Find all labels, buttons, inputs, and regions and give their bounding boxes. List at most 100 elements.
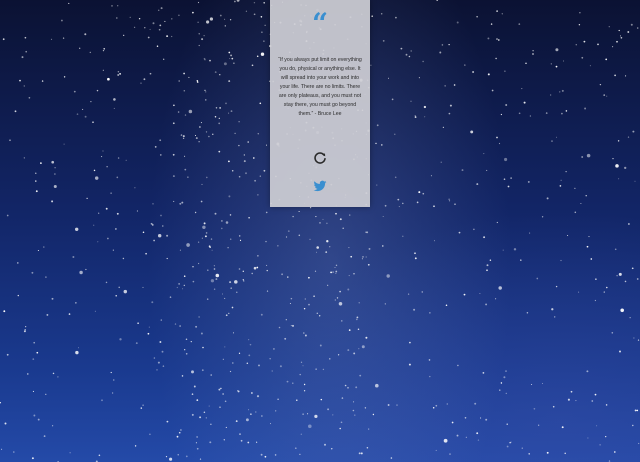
star <box>281 273 283 276</box>
star <box>218 117 220 120</box>
star <box>206 298 209 300</box>
star <box>227 246 229 249</box>
star <box>612 157 614 160</box>
star <box>290 297 293 300</box>
star <box>9 139 11 142</box>
star <box>231 362 234 364</box>
star <box>214 71 217 73</box>
star <box>138 17 141 20</box>
star <box>407 293 410 295</box>
star <box>435 449 437 451</box>
quote-text: “If you always put limit on everything y… <box>278 57 362 117</box>
star <box>314 270 317 272</box>
star <box>25 326 27 328</box>
star <box>421 291 423 293</box>
star <box>486 269 488 272</box>
star <box>618 272 622 276</box>
star <box>142 231 145 234</box>
star <box>236 291 238 293</box>
star <box>28 96 31 99</box>
tweet-quote-button[interactable] <box>313 179 327 193</box>
new-quote-button[interactable] <box>312 150 328 166</box>
star <box>309 238 311 241</box>
star <box>397 198 400 201</box>
star <box>201 183 203 185</box>
star <box>384 204 387 207</box>
star <box>380 12 383 15</box>
star <box>561 112 563 115</box>
star <box>499 389 501 391</box>
star <box>212 133 214 135</box>
star <box>606 95 608 97</box>
star <box>300 433 302 435</box>
star <box>182 288 184 290</box>
star <box>210 423 212 425</box>
star <box>327 284 329 286</box>
star <box>322 368 325 371</box>
star <box>634 409 637 412</box>
star <box>4 422 7 425</box>
star <box>179 325 181 327</box>
star <box>634 180 636 182</box>
star <box>320 398 323 401</box>
star <box>63 76 66 78</box>
star <box>614 248 617 251</box>
star <box>151 301 154 304</box>
star <box>636 27 639 29</box>
star <box>43 246 45 248</box>
star <box>225 102 227 105</box>
star <box>196 81 199 83</box>
star <box>245 172 247 175</box>
star <box>479 293 481 294</box>
star <box>205 99 207 101</box>
star <box>157 361 160 364</box>
star <box>433 205 435 208</box>
star <box>422 192 425 195</box>
star <box>326 222 328 225</box>
star <box>365 336 368 339</box>
star <box>546 197 549 200</box>
star <box>147 332 150 335</box>
star <box>332 271 335 274</box>
star <box>45 393 47 395</box>
star <box>243 280 245 282</box>
star <box>574 211 577 214</box>
star <box>231 306 234 309</box>
star <box>529 115 532 117</box>
star <box>119 338 122 341</box>
star <box>541 216 544 218</box>
star <box>148 326 150 328</box>
star <box>533 407 536 410</box>
star <box>185 338 188 341</box>
star <box>185 455 188 458</box>
star <box>518 23 521 25</box>
star <box>17 294 19 297</box>
star <box>326 240 329 243</box>
star <box>308 424 312 429</box>
star <box>153 357 156 359</box>
star <box>247 141 249 143</box>
star <box>619 350 621 353</box>
star <box>538 424 540 426</box>
star <box>23 330 26 333</box>
star <box>51 200 54 203</box>
star <box>302 365 304 367</box>
star <box>386 274 390 278</box>
star <box>115 17 118 19</box>
star <box>166 420 169 423</box>
star <box>245 418 249 422</box>
star <box>142 404 144 406</box>
star <box>2 38 5 41</box>
star <box>51 425 54 427</box>
star <box>179 202 182 205</box>
star <box>223 439 225 441</box>
star <box>6 353 9 356</box>
star <box>266 290 269 292</box>
star <box>110 192 112 194</box>
star <box>180 134 183 136</box>
star <box>285 319 287 321</box>
star <box>620 308 624 313</box>
star <box>1 448 3 450</box>
star <box>45 276 47 278</box>
star <box>498 142 501 145</box>
